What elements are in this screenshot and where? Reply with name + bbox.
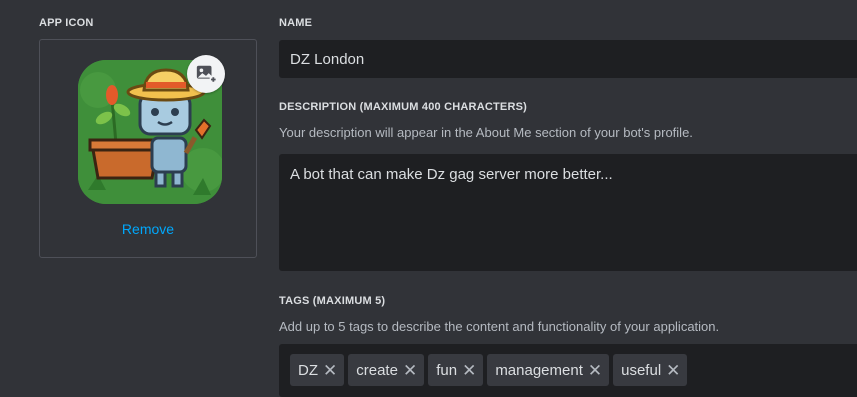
remove-icon-link[interactable]: Remove [40,221,256,237]
close-icon[interactable]: ✕ [588,362,602,379]
upload-image-button[interactable] [187,55,225,93]
tags-label: TAGS (MAXIMUM 5) [279,295,386,307]
description-textarea[interactable]: A bot that can make Dz gag server more b… [279,154,857,271]
close-icon[interactable]: ✕ [403,362,417,379]
tags-helper: Add up to 5 tags to describe the content… [279,319,720,334]
description-helper: Your description will appear in the Abou… [279,125,693,140]
tag-label: fun [436,361,458,379]
tag-chip: management ✕ [487,354,610,386]
close-icon[interactable]: ✕ [462,362,476,379]
tag-label: DZ [298,361,318,379]
tag-chip: DZ ✕ [290,354,345,386]
tag-label: useful [621,361,662,379]
tag-chip: useful ✕ [613,354,688,386]
image-plus-icon [196,65,217,84]
app-icon-label: APP ICON [39,17,94,29]
description-label: DESCRIPTION (MAXIMUM 400 CHARACTERS) [279,101,527,113]
close-icon[interactable]: ✕ [666,362,680,379]
tags-input[interactable]: DZ ✕ create ✕ fun ✕ management ✕ useful … [279,344,857,397]
name-label: NAME [279,17,313,29]
app-settings-page: APP ICON Remove NAME DZ London DESCRIPTI… [0,0,857,397]
app-icon-panel: Remove [39,39,257,258]
tag-chip: fun ✕ [428,354,484,386]
tag-chip: create ✕ [348,354,425,386]
tag-label: management [495,361,583,379]
close-icon[interactable]: ✕ [323,362,337,379]
name-input[interactable]: DZ London [279,40,857,78]
tag-label: create [356,361,398,379]
